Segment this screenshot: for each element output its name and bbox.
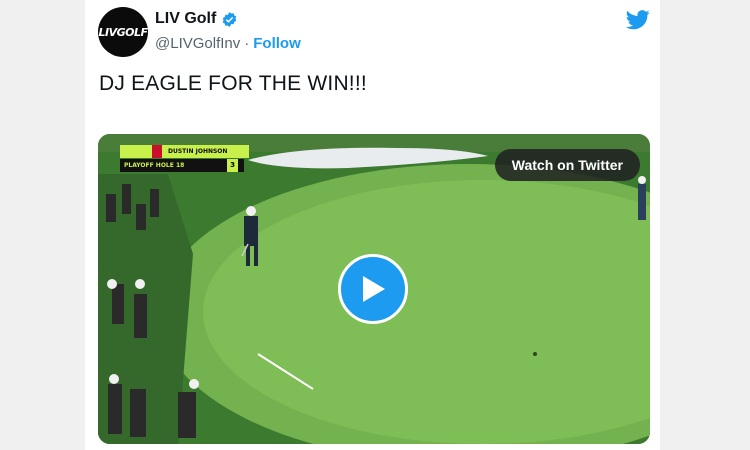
watch-on-twitter-button[interactable]: Watch on Twitter bbox=[494, 149, 640, 181]
scorebug-player-row: DUSTIN JOHNSON bbox=[120, 145, 250, 158]
scorebug-hole: PLAYOFF HOLE 18 bbox=[124, 162, 185, 169]
twitter-bird-icon[interactable] bbox=[626, 10, 650, 30]
handle-row: @LIVGolfInv · Follow bbox=[155, 35, 301, 52]
scorebug-hole-row: PLAYOFF HOLE 18 3 bbox=[120, 159, 244, 172]
scorebug: DUSTIN JOHNSON PLAYOFF HOLE 18 3 bbox=[120, 145, 250, 172]
play-button[interactable] bbox=[338, 254, 408, 324]
name-row: LIV Golf bbox=[155, 10, 238, 28]
avatar[interactable]: LIVGOLF bbox=[98, 7, 148, 57]
player-flag-icon bbox=[152, 145, 162, 158]
user-handle[interactable]: @LIVGolfInv bbox=[155, 35, 240, 52]
scorebug-score: 3 bbox=[227, 159, 238, 172]
verified-badge-icon bbox=[223, 11, 237, 27]
avatar-logo-text: LIVGOLF bbox=[98, 25, 148, 39]
video-player[interactable]: DUSTIN JOHNSON PLAYOFF HOLE 18 3 Watch o… bbox=[98, 134, 650, 444]
separator-dot: · bbox=[244, 35, 250, 52]
scorebug-player-name: DUSTIN JOHNSON bbox=[162, 145, 250, 158]
tweet-text: DJ EAGLE FOR THE WIN!!! bbox=[99, 72, 367, 95]
scorebug-logo bbox=[120, 145, 152, 158]
follow-button[interactable]: Follow bbox=[253, 35, 301, 52]
play-icon bbox=[363, 276, 385, 302]
tweet-card: LIVGOLF LIV Golf @LIVGolfInv · Follow DJ… bbox=[85, 0, 660, 450]
display-name[interactable]: LIV Golf bbox=[155, 10, 216, 28]
